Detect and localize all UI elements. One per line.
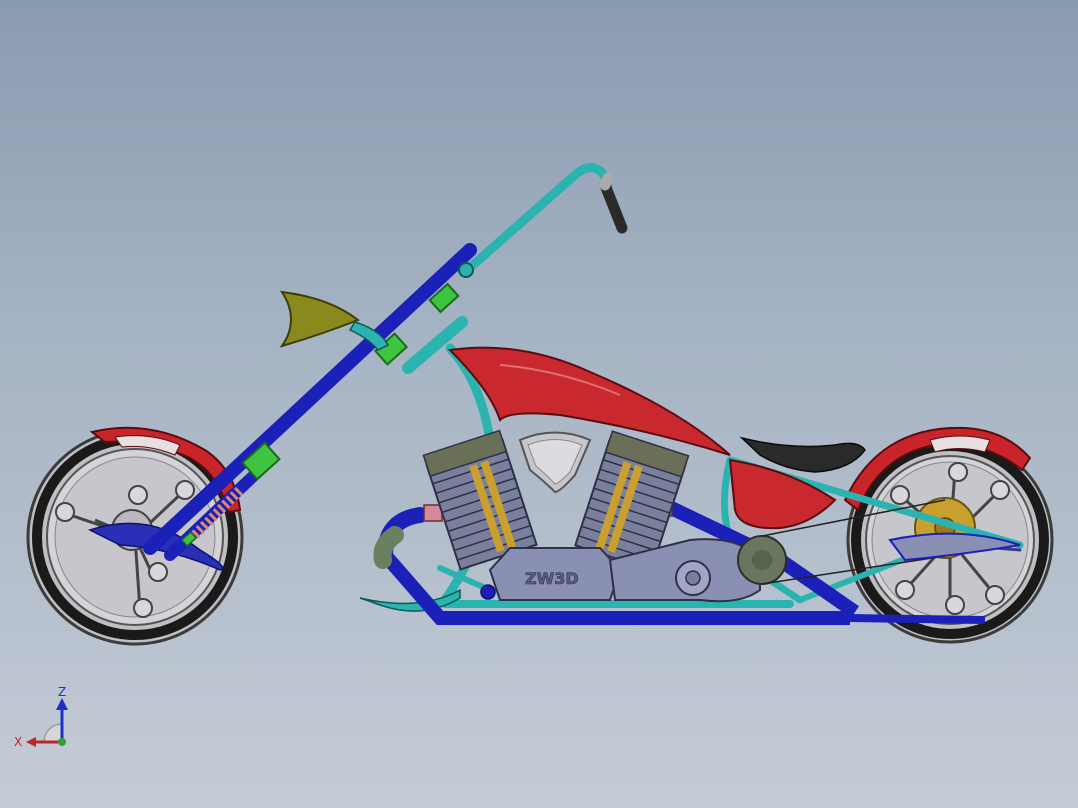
x-axis-label: X (14, 735, 22, 749)
headlight (279, 290, 390, 351)
engine-logo: ZW3D (525, 569, 579, 588)
3d-viewport[interactable]: ZW3D Z X (0, 0, 1078, 808)
y-axis (58, 738, 66, 746)
orientation-triad[interactable]: Z X (10, 684, 80, 754)
handlebar-grip[interactable] (599, 179, 628, 234)
front-wheel[interactable] (26, 426, 244, 646)
handlebar[interactable] (402, 163, 628, 374)
motorcycle-model[interactable]: ZW3D (0, 0, 1078, 808)
z-axis-label: Z (58, 685, 66, 699)
